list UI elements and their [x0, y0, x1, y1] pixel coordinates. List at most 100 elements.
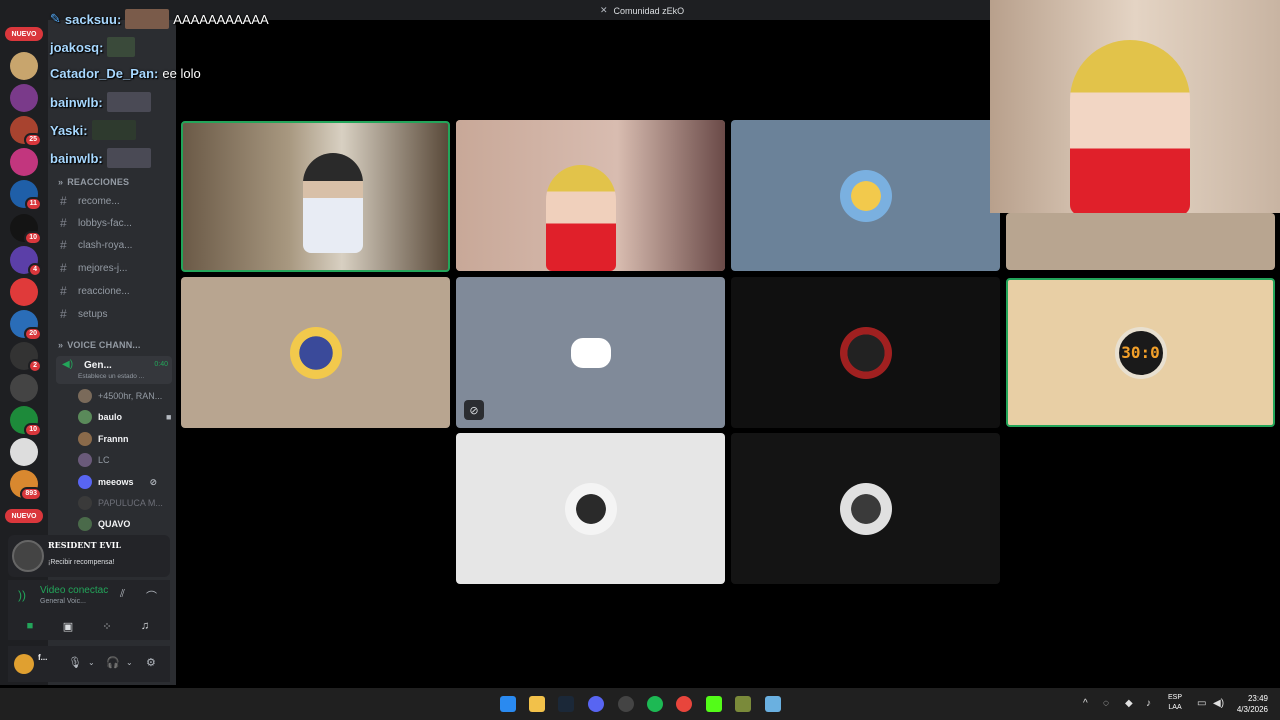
video-tile[interactable] — [456, 433, 725, 584]
camera-button[interactable]: ■ — [15, 616, 45, 636]
notification-badge: 11 — [24, 197, 42, 211]
voice-user[interactable]: QUAVO — [78, 515, 130, 533]
clock-time: 23:49 — [1247, 694, 1268, 703]
avatar — [78, 410, 92, 424]
chrome-icon[interactable] — [676, 696, 692, 712]
discord-icon[interactable] — [588, 696, 604, 712]
channel-item[interactable]: # reaccione... — [60, 282, 130, 300]
server-icon[interactable]: 4 — [10, 246, 42, 277]
video-tile[interactable] — [181, 121, 450, 272]
chat-emote — [106, 148, 151, 168]
timer-avatar-icon: 30:0 — [1114, 326, 1167, 379]
server-icon[interactable]: 10 — [10, 406, 42, 437]
avatar — [78, 453, 92, 467]
video-tile[interactable] — [731, 433, 1000, 584]
spotify-icon[interactable] — [647, 696, 663, 712]
avatar — [78, 517, 92, 531]
server-icon[interactable]: 10 — [10, 214, 42, 245]
voice-user[interactable]: LC — [78, 451, 110, 469]
video-tile[interactable] — [456, 120, 725, 271]
server-icon[interactable]: 20 — [10, 310, 42, 341]
server-icon[interactable] — [10, 438, 38, 466]
connection-status[interactable]: Video conectac — [40, 585, 108, 596]
app-icon[interactable] — [735, 696, 751, 712]
voice-user[interactable]: Frannn — [78, 430, 129, 448]
clock-date: 4/3/2026 — [1236, 705, 1268, 714]
server-icon[interactable] — [10, 84, 38, 112]
hash-icon: # — [60, 216, 67, 230]
hash-icon: # — [60, 261, 67, 275]
video-tile[interactable]: ⊘ — [456, 277, 725, 428]
microphone-icon[interactable]: ♪ — [1146, 698, 1151, 709]
video-tile[interactable] — [181, 277, 450, 428]
voice-user[interactable]: +4500hr, RAN... — [78, 387, 162, 405]
server-icon[interactable]: 25 — [10, 116, 42, 147]
soundboard-button[interactable]: ♫ — [130, 616, 160, 636]
person-figure — [1070, 40, 1190, 213]
category-voice[interactable]: » VOICE CHANN... — [58, 340, 141, 350]
server-icon[interactable] — [10, 52, 38, 80]
chevron-up-icon[interactable]: ^ — [1083, 698, 1088, 709]
video-tile[interactable] — [731, 120, 1000, 271]
video-tile[interactable]: 30:0 — [1006, 278, 1275, 427]
server-icon[interactable] — [10, 148, 38, 176]
headphones-icon[interactable]: 🎧 — [106, 656, 120, 669]
voice-user[interactable]: PAPULUCA M... — [78, 494, 163, 512]
voice-user-name: meeows — [98, 477, 134, 487]
user-name[interactable]: f... — [38, 653, 47, 662]
tray-app-icon[interactable]: ◆ — [1125, 698, 1133, 709]
server-icon[interactable]: 2 — [10, 342, 42, 373]
voice-user-name: Frannn — [98, 434, 129, 444]
server-icon[interactable]: 893 — [10, 470, 42, 501]
disconnect-icon[interactable]: ⌒ — [146, 588, 157, 604]
kick-icon[interactable] — [706, 696, 722, 712]
screenshare-button[interactable]: ▣ — [53, 616, 83, 636]
chat-username: sacksuu: — [64, 11, 122, 27]
video-tile[interactable] — [1006, 213, 1275, 270]
server-icon[interactable]: 11 — [10, 180, 42, 211]
notepad-icon[interactable] — [765, 696, 781, 712]
deafened-icon: ⊘ — [149, 476, 158, 487]
server-icon[interactable] — [10, 374, 38, 402]
channel-item[interactable]: # mejores-j... — [60, 259, 127, 277]
network-icon[interactable]: ▭ — [1197, 698, 1206, 709]
windows-start-icon[interactable] — [500, 696, 516, 712]
connection-channel[interactable]: General Voic... — [40, 598, 86, 605]
notification-badge: 10 — [24, 231, 42, 245]
server-icon[interactable] — [10, 278, 38, 306]
chat-username: Catador_De_Pan: — [50, 66, 159, 81]
steam-icon[interactable] — [558, 696, 574, 712]
volume-icon[interactable]: ◀) — [1213, 698, 1224, 709]
microphone-icon[interactable]: 🎙 — [68, 656, 82, 669]
video-tile[interactable] — [731, 277, 1000, 428]
noise-suppression-icon[interactable]: ⫽ — [120, 588, 125, 601]
file-explorer-icon[interactable] — [529, 696, 545, 712]
channel-item[interactable]: # recome... — [60, 192, 120, 210]
voice-channel-general[interactable]: ◀) Gen... 0:40 Establece un estado ... — [56, 356, 172, 384]
category-reacciones[interactable]: » REACCIONES — [58, 177, 129, 187]
gear-icon[interactable]: ⚙ — [146, 656, 156, 669]
keyboard-layout: LAA — [1168, 704, 1182, 711]
chevron-down-icon[interactable]: ⌄ — [88, 658, 95, 667]
user-avatar[interactable] — [14, 654, 34, 674]
system-clock[interactable]: 23:49 4/3/2026 — [1237, 693, 1268, 715]
channel-label: lobbys-fac... — [78, 217, 132, 229]
channel-item[interactable]: # lobbys-fac... — [60, 214, 132, 232]
voice-user[interactable]: meeows ⊘ — [78, 473, 157, 491]
channel-label: mejores-j... — [78, 262, 128, 274]
notification-badge: 20 — [24, 327, 42, 341]
quest-promo[interactable]: RESIDENT EVIL ¡Recibir recompensa! — [8, 535, 170, 577]
activities-button[interactable]: ⁘ — [92, 616, 122, 636]
voice-user-name: +4500hr, RAN... — [98, 391, 163, 401]
channel-item[interactable]: # clash-roya... — [60, 236, 132, 254]
chevron-down-icon[interactable]: ⌄ — [126, 658, 133, 667]
channel-item[interactable]: # setups — [60, 305, 107, 323]
chat-username: bainwlb: — [50, 150, 103, 166]
chevron-right-icon: » — [58, 340, 64, 350]
channel-label: reaccione... — [78, 285, 130, 297]
channel-label: setups — [78, 308, 108, 320]
tray-app-icon[interactable]: ◌ — [1103, 698, 1109, 709]
language-indicator[interactable]: ESP LAA — [1168, 693, 1182, 713]
voice-user[interactable]: baulo ■ — [78, 408, 171, 426]
obs-icon[interactable] — [618, 696, 634, 712]
